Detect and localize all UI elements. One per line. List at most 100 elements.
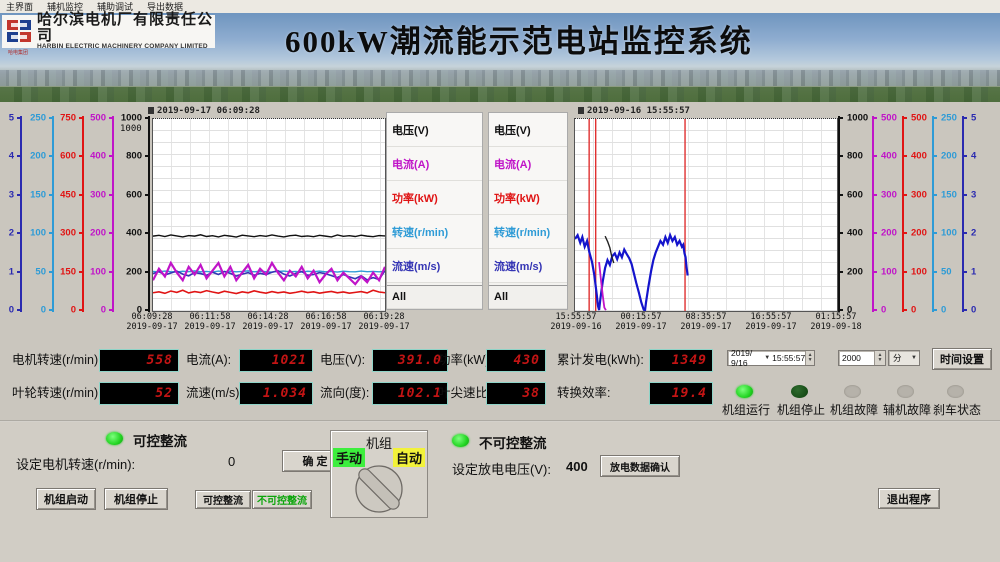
city-skyline-image	[0, 70, 1000, 86]
legend-item-1[interactable]: 电流(A)	[387, 147, 482, 181]
axis-tick	[145, 155, 150, 157]
axis-tick-label: 3	[971, 189, 976, 200]
axis-line	[872, 116, 874, 312]
axis-tick-label: 200	[847, 266, 863, 277]
x-tick-label: 06:11:582019-09-17	[184, 313, 235, 333]
axis-tick-label: 600	[60, 151, 76, 162]
company-logo-box: 哈电集团 哈尔滨电机厂有限责任公司 HARBIN ELECTRIC MACHIN…	[2, 15, 215, 48]
axis-tick-label: 100	[911, 266, 927, 277]
set-motor-speed-value[interactable]: 0	[228, 454, 235, 469]
axis-tick-label: 250	[941, 113, 957, 124]
readout-display: 38	[487, 383, 545, 404]
axis-tick-label: 800	[126, 151, 142, 162]
x-tick-label: 08:35:572019-09-17	[680, 313, 731, 333]
axis-tick-label: 0	[9, 305, 14, 316]
page-title: 600kW潮流能示范电站监控系统	[285, 16, 753, 61]
legend-item-3[interactable]: 转速(r/min)	[387, 215, 482, 249]
legend-item-5[interactable]: All	[387, 285, 482, 309]
readout-label: 流向(度):	[320, 383, 369, 404]
harbin-electric-logo-icon: 哈电集团	[6, 19, 32, 45]
readout-display: 558	[100, 350, 178, 371]
history-date-picker[interactable]: 2019/ 9/16 ▼ 15:55:57 ▲▼	[727, 350, 815, 366]
cursor-marker-icon	[148, 107, 154, 114]
time-set-button[interactable]: 时间设置	[932, 348, 992, 370]
chevron-down-icon[interactable]: ▼	[911, 355, 917, 361]
exit-program-button[interactable]: 退出程序	[878, 488, 940, 509]
legend-item-3[interactable]: 转速(r/min)	[489, 215, 567, 249]
y-axis-1000: 10008006004002000	[838, 118, 870, 310]
time-spinner[interactable]: ▲▼	[805, 351, 814, 365]
axis-tick-label: 150	[30, 189, 46, 200]
axis-tick-label: 500	[881, 113, 897, 124]
readout-display: 52	[100, 383, 178, 404]
chevron-down-icon[interactable]: ▼	[764, 355, 770, 361]
axis-tick-label: 0	[911, 305, 916, 316]
axis-tick-label: 300	[60, 228, 76, 239]
mode-knob-icon[interactable]	[349, 464, 409, 514]
axis-line	[838, 116, 840, 312]
axis-tick	[79, 309, 84, 311]
axis-tick-label: 500	[911, 113, 927, 124]
readout-display: 391.0	[373, 350, 447, 371]
voltage-series-line	[153, 235, 385, 237]
company-name-cn: 哈尔滨电机厂有限责任公司	[37, 12, 215, 44]
axis-tick-label: 400	[90, 151, 106, 162]
axis-tick	[145, 194, 150, 196]
legend-item-0[interactable]: 电压(V)	[489, 113, 567, 147]
status-led-3	[897, 385, 914, 398]
axis-tick	[838, 194, 843, 196]
discharge-confirm-button[interactable]: 放电数据确认	[600, 455, 680, 477]
axis-tick	[838, 271, 843, 273]
status-led-label-1: 机组停止	[777, 401, 825, 418]
legend-item-4[interactable]: 流速(m/s)	[387, 249, 482, 283]
uncontrollable-rectify-label: 不可控整流	[479, 432, 547, 452]
status-led-label-0: 机组运行	[722, 401, 770, 418]
readout-display: 102.1	[373, 383, 447, 404]
status-led-4	[947, 385, 964, 398]
left-trend-plot[interactable]	[152, 118, 386, 312]
axis-tick	[932, 194, 937, 196]
duration-unit-select[interactable]: 分 ▼	[888, 350, 920, 366]
axis-tick	[902, 155, 907, 157]
legend-item-0[interactable]: 电压(V)	[387, 113, 482, 147]
x-tick-label: 06:16:582019-09-17	[300, 313, 351, 333]
legend-item-2[interactable]: 功率(kW)	[489, 181, 567, 215]
controllable-rectify-led	[106, 432, 123, 445]
logo-subtitle: 哈电集团	[8, 49, 28, 56]
axis-tick	[79, 194, 84, 196]
axis-tick	[932, 117, 937, 119]
unit-stop-button[interactable]: 机组停止	[104, 488, 168, 510]
unit-start-button[interactable]: 机组启动	[36, 488, 96, 510]
legend-item-2[interactable]: 功率(kW)	[387, 181, 482, 215]
uncontrollable-rectify-button[interactable]: 不可控整流	[252, 490, 312, 509]
axis-tick	[49, 271, 54, 273]
y-axis-500: 5004003002001000	[88, 118, 114, 310]
legend-item-1[interactable]: 电流(A)	[489, 147, 567, 181]
axis-tick-label: 250	[30, 113, 46, 124]
legend-item-4[interactable]: 流速(m/s)	[489, 249, 567, 283]
menu-item-0[interactable]: 主界面	[6, 0, 33, 13]
y-axis-5: 543210	[962, 118, 980, 310]
axis-tick	[962, 117, 967, 119]
right-trend-plot[interactable]	[574, 118, 838, 312]
axis-tick	[49, 194, 54, 196]
axis-tick	[962, 271, 967, 273]
axis-tick-label: 600	[847, 189, 863, 200]
axis-tick-label: 200	[90, 228, 106, 239]
controllable-rectify-button[interactable]: 可控整流	[195, 490, 251, 509]
axis-tick-label: 0	[941, 305, 946, 316]
axis-tick	[872, 271, 877, 273]
scada-window: 主界面辅机监控辅助调试导出数据 哈电集团 哈尔滨电机厂有限责任公司 HARBIN…	[0, 0, 1000, 562]
set-discharge-value[interactable]: 400	[566, 459, 588, 474]
axis-tick-label: 0	[41, 305, 46, 316]
readout-label: 电机转速(r/min):	[12, 350, 102, 371]
x-tick-label: 06:09:282019-09-17	[126, 313, 177, 333]
axis-tick-label: 300	[90, 189, 106, 200]
readout-label: 累计发电(kWh):	[557, 350, 644, 371]
axis-tick-label: 1000	[847, 113, 868, 124]
readout-label: 叶尖速比:	[438, 383, 491, 404]
y-axis-750: 7506004503001500	[58, 118, 84, 310]
duration-spinner[interactable]: ▲▼	[874, 351, 885, 365]
legend-item-5[interactable]: All	[489, 285, 567, 309]
duration-input[interactable]: 2000 ▲▼	[838, 350, 886, 366]
